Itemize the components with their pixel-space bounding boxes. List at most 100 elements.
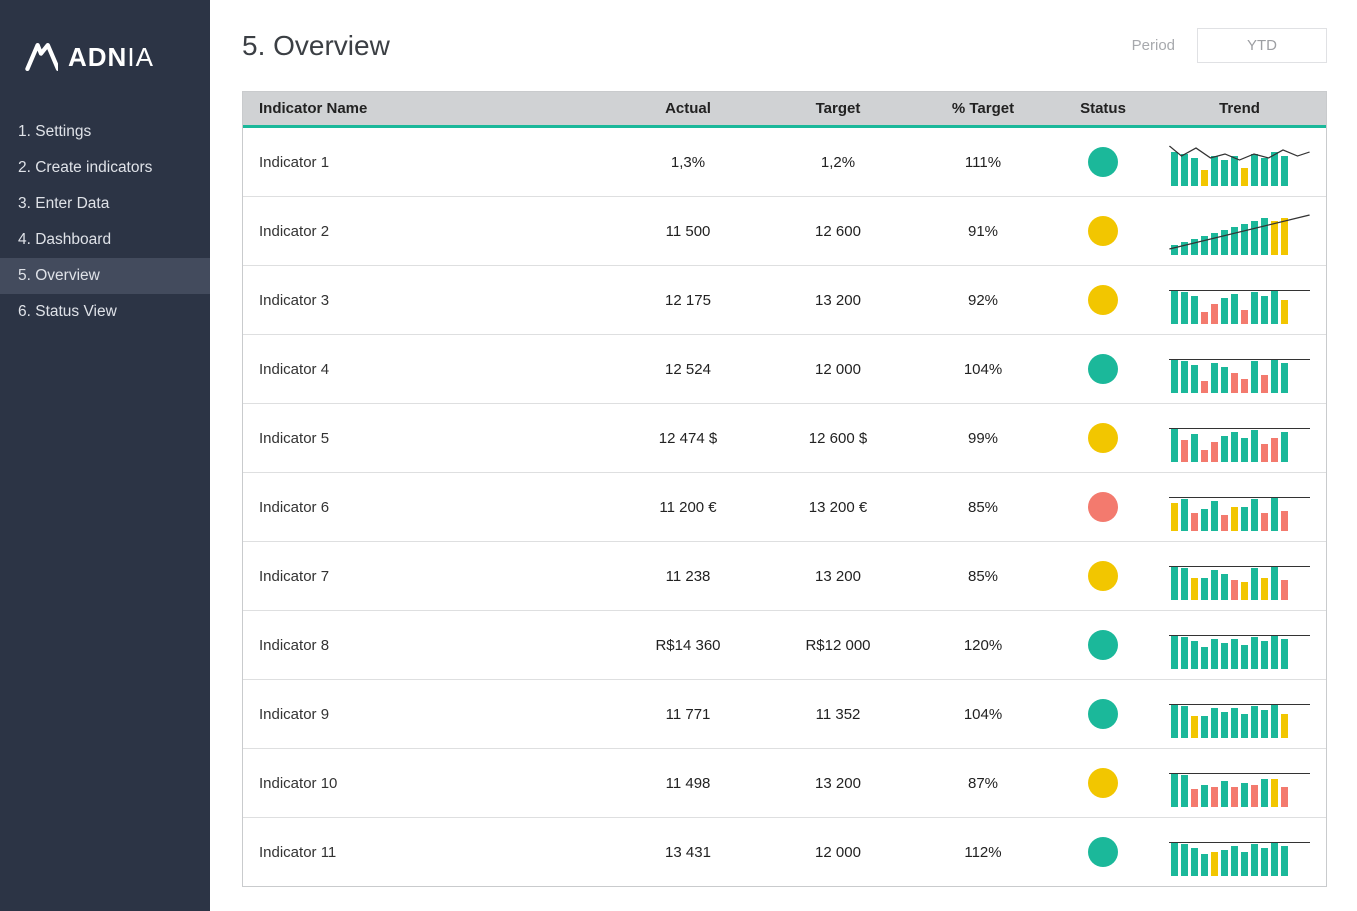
main-panel: 5. Overview Period YTD Indicator Name Ac…: [210, 0, 1357, 911]
cell-trend: [1153, 749, 1326, 817]
spark-bar: [1211, 708, 1218, 738]
cell-pct: 91%: [913, 213, 1053, 250]
cell-actual: 11 500: [613, 213, 763, 250]
spark-bar: [1241, 714, 1248, 738]
spark-bar: [1271, 779, 1278, 807]
cell-pct: 104%: [913, 696, 1053, 733]
cell-target: 12 600 $: [763, 420, 913, 457]
spark-trendline: [1169, 635, 1310, 636]
spark-trendline: [1169, 359, 1310, 360]
spark-bar: [1271, 566, 1278, 600]
spark-bar: [1231, 580, 1238, 600]
sidebar-item-5[interactable]: 6. Status View: [0, 294, 210, 330]
table-row: Indicator 711 23813 20085%: [243, 541, 1326, 610]
period-group: Period YTD: [1132, 28, 1327, 63]
spark-bar: [1221, 850, 1228, 876]
status-dot: [1088, 492, 1118, 522]
sparkline: [1167, 207, 1312, 255]
spark-bar: [1181, 637, 1188, 669]
cell-target: 12 600: [763, 213, 913, 250]
spark-trendline: [1169, 428, 1310, 429]
spark-bar: [1181, 568, 1188, 600]
period-select[interactable]: YTD: [1197, 28, 1327, 63]
brand-bold: ADN: [68, 42, 127, 72]
spark-bar: [1231, 507, 1238, 531]
cell-actual: 12 474 $: [613, 420, 763, 457]
table-row: Indicator 911 77111 352104%: [243, 679, 1326, 748]
cell-name: Indicator 10: [243, 765, 613, 802]
sidebar-item-2[interactable]: 3. Enter Data: [0, 186, 210, 222]
brand-light: IA: [127, 42, 154, 72]
cell-actual: 12 524: [613, 351, 763, 388]
indicator-table: Indicator Name Actual Target % Target St…: [242, 91, 1327, 887]
table-row: Indicator 312 17513 20092%: [243, 265, 1326, 334]
spark-bar: [1231, 708, 1238, 738]
spark-bar: [1171, 566, 1178, 600]
spark-bar: [1201, 381, 1208, 393]
spark-bar: [1241, 379, 1248, 393]
top-row: 5. Overview Period YTD: [242, 28, 1327, 63]
spark-bar: [1211, 501, 1218, 531]
spark-bar: [1201, 647, 1208, 669]
col-header-target: Target: [763, 92, 913, 125]
spark-bar: [1241, 310, 1248, 324]
spark-bar: [1261, 444, 1268, 462]
table-row: Indicator 211 50012 60091%: [243, 196, 1326, 265]
logo-icon: [24, 40, 58, 74]
cell-actual: 11 771: [613, 696, 763, 733]
cell-trend: [1153, 542, 1326, 610]
spark-bar: [1281, 580, 1288, 600]
spark-bar: [1171, 503, 1178, 531]
sparkline: [1167, 483, 1312, 531]
sparkline: [1167, 138, 1312, 186]
spark-bar: [1271, 290, 1278, 324]
spark-bar: [1201, 785, 1208, 807]
cell-actual: R$14 360: [613, 627, 763, 664]
cell-trend: [1153, 680, 1326, 748]
sidebar-item-4[interactable]: 5. Overview: [0, 258, 210, 294]
spark-bar: [1181, 499, 1188, 531]
spark-bar: [1261, 513, 1268, 531]
cell-status: [1053, 620, 1153, 670]
cell-status: [1053, 344, 1153, 394]
sidebar-item-0[interactable]: 1. Settings: [0, 114, 210, 150]
spark-bar: [1241, 645, 1248, 669]
status-dot: [1088, 285, 1118, 315]
spark-trendline: [1169, 566, 1310, 567]
brand: ADNIA: [0, 20, 210, 114]
col-header-name: Indicator Name: [243, 92, 613, 125]
status-dot: [1088, 354, 1118, 384]
spark-bar: [1281, 511, 1288, 531]
cell-status: [1053, 275, 1153, 325]
cell-name: Indicator 5: [243, 420, 613, 457]
spark-bar: [1281, 846, 1288, 876]
spark-bar: [1171, 428, 1178, 462]
table-row: Indicator 8R$14 360R$12 000120%: [243, 610, 1326, 679]
cell-target: 12 000: [763, 834, 913, 871]
status-dot: [1088, 423, 1118, 453]
spark-bar: [1281, 639, 1288, 669]
sidebar-item-1[interactable]: 2. Create indicators: [0, 150, 210, 186]
sidebar-item-3[interactable]: 4. Dashboard: [0, 222, 210, 258]
status-dot: [1088, 699, 1118, 729]
cell-name: Indicator 7: [243, 558, 613, 595]
spark-bar: [1221, 643, 1228, 669]
spark-bar: [1251, 430, 1258, 462]
spark-bar: [1171, 704, 1178, 738]
spark-bar: [1211, 363, 1218, 393]
cell-target: 12 000: [763, 351, 913, 388]
sparkline: [1167, 621, 1312, 669]
spark-bar: [1261, 578, 1268, 600]
spark-bar: [1181, 775, 1188, 807]
status-dot: [1088, 561, 1118, 591]
cell-actual: 13 431: [613, 834, 763, 871]
cell-target: 13 200: [763, 282, 913, 319]
spark-bar: [1271, 635, 1278, 669]
spark-bar: [1221, 298, 1228, 324]
status-dot: [1088, 216, 1118, 246]
cell-pct: 112%: [913, 834, 1053, 871]
spark-bar: [1251, 292, 1258, 324]
spark-bar: [1251, 499, 1258, 531]
cell-name: Indicator 8: [243, 627, 613, 664]
spark-bar: [1191, 789, 1198, 807]
